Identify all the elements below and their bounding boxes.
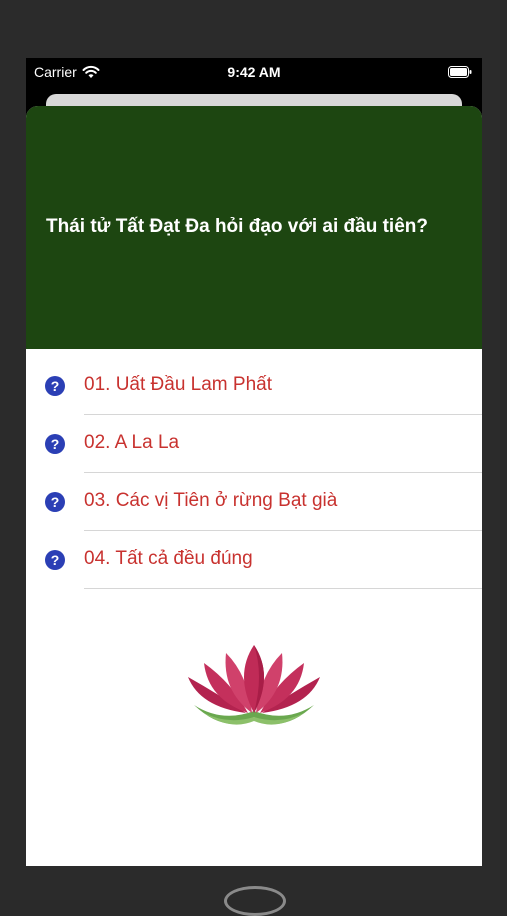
question-circle-icon: ?	[45, 550, 65, 570]
lotus-logo-icon	[188, 645, 320, 725]
status-bar: Carrier 9:42 AM	[26, 58, 482, 86]
answer-option-1[interactable]: ? 01. Uất Đầu Lam Phất	[26, 357, 482, 415]
question-circle-icon: ?	[45, 492, 65, 512]
device-frame: Carrier 9:42 AM Thái tử Tất Đạt Đa hỏi đ…	[0, 0, 507, 916]
status-time: 9:42 AM	[227, 64, 281, 80]
question-header: Thái tử Tất Đạt Đa hỏi đạo với ai đầu ti…	[26, 106, 482, 349]
row-divider	[84, 588, 482, 589]
svg-text:?: ?	[51, 436, 60, 452]
answer-option-3[interactable]: ? 03. Các vị Tiên ở rừng Bạt già	[26, 473, 482, 531]
answer-list: ? 01. Uất Đầu Lam Phất ? 02. A La La ? 0…	[26, 357, 482, 589]
home-button[interactable]	[224, 886, 286, 916]
question-circle-icon: ?	[45, 434, 65, 454]
quiz-sheet: Thái tử Tất Đạt Đa hỏi đạo với ai đầu ti…	[26, 106, 482, 866]
svg-text:?: ?	[51, 494, 60, 510]
answer-label: 01. Uất Đầu Lam Phất	[84, 374, 272, 395]
battery-icon	[448, 66, 472, 78]
svg-text:?: ?	[51, 552, 60, 568]
answer-label: 02. A La La	[84, 432, 180, 453]
phone-screen: Carrier 9:42 AM Thái tử Tất Đạt Đa hỏi đ…	[26, 58, 482, 866]
question-circle-icon: ?	[45, 376, 65, 396]
answer-option-2[interactable]: ? 02. A La La	[26, 415, 482, 473]
svg-text:?: ?	[51, 378, 60, 394]
answer-option-4[interactable]: ? 04. Tất cả đều đúng	[26, 531, 482, 589]
question-text: Thái tử Tất Đạt Đa hỏi đạo với ai đầu ti…	[46, 216, 428, 237]
answer-label: 04. Tất cả đều đúng	[84, 548, 253, 569]
answer-label: 03. Các vị Tiên ở rừng Bạt già	[84, 490, 338, 511]
